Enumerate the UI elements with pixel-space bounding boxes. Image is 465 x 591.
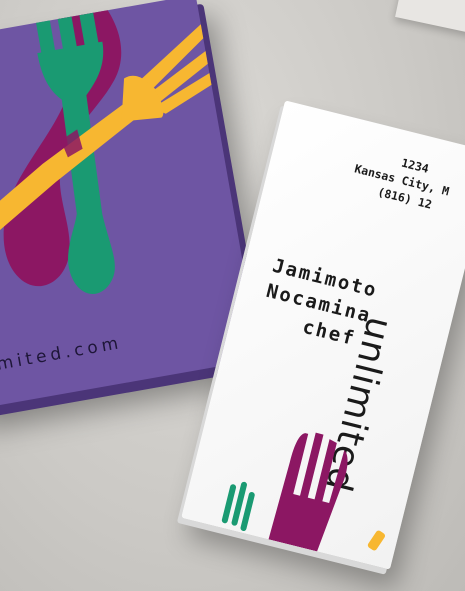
- photo-scene: mited.com 1234 Kansas City, M (816) 12 J…: [0, 0, 465, 591]
- yellow-fork-icon: [367, 530, 386, 551]
- green-fork-icon: [221, 481, 255, 531]
- magenta-fork-icon: [268, 432, 348, 552]
